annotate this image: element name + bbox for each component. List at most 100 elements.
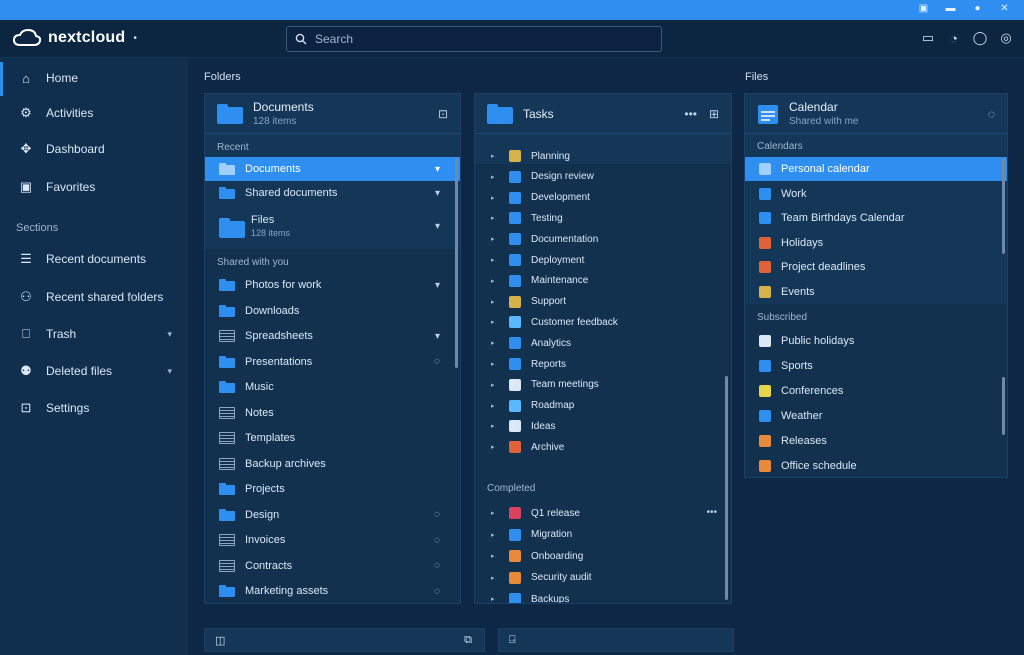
chevron-down-icon[interactable]: ▾ (435, 188, 440, 199)
chevron-right-icon[interactable]: ▸ (491, 277, 499, 285)
filter-icon[interactable]: ⍈ (509, 634, 516, 647)
sidebar-item-activities[interactable]: ⚙ Activities (0, 98, 188, 128)
chevron-right-icon[interactable]: ▸ (491, 595, 499, 603)
chevron-down-icon[interactable]: ▾ (167, 329, 172, 340)
tree-item[interactable]: ▸ Deployment (475, 250, 731, 270)
tree-item[interactable]: ▸ Q1 release (475, 503, 731, 523)
calendar-item[interactable]: Work (745, 182, 1007, 206)
row-action-icon[interactable]: ▾ (435, 331, 440, 342)
list-item[interactable]: Presentations ◌ (205, 350, 460, 374)
chevron-right-icon[interactable]: ▸ (491, 574, 499, 582)
scrollbar[interactable] (1002, 158, 1005, 254)
chevron-right-icon[interactable]: ▸ (491, 194, 499, 202)
tree-item[interactable]: ▸ Maintenance (475, 271, 731, 291)
list-item[interactable]: Templates (205, 426, 460, 450)
tree-item[interactable]: ▸ Development (475, 188, 731, 208)
list-item[interactable]: Marketing assets ◌ (205, 579, 460, 603)
tree-item[interactable]: ▸ Migration (475, 525, 731, 545)
list-item[interactable]: Documents ▾ (205, 157, 460, 181)
scrollbar[interactable] (725, 376, 728, 600)
more-icon[interactable]: ••• (706, 507, 717, 518)
sidebar-item-home[interactable]: ⌂ Home (0, 63, 188, 93)
list-item[interactable]: Music (205, 375, 460, 399)
search-input[interactable] (315, 32, 615, 46)
calendar-item[interactable]: Sports (745, 354, 1007, 378)
row-action-icon[interactable]: ◌ (434, 560, 440, 571)
new-window-icon[interactable]: ⧉ (464, 634, 472, 647)
list-item[interactable]: Spreadsheets ▾ (205, 324, 460, 348)
list-item[interactable]: Contracts ◌ (205, 554, 460, 578)
tree-item[interactable]: ▸ Team meetings (475, 375, 731, 395)
row-action-icon[interactable]: ◌ (434, 509, 440, 520)
list-item[interactable]: Invoices ◌ (205, 528, 460, 552)
sidebar-item-deleted[interactable]: ⚉ Deleted files ▾ (0, 356, 188, 386)
contacts-icon[interactable]: ◯ (972, 30, 988, 46)
chevron-right-icon[interactable]: ▸ (491, 531, 499, 539)
chevron-right-icon[interactable]: ▸ (491, 422, 499, 430)
chevron-right-icon[interactable]: ▸ (491, 256, 499, 264)
calendar-item[interactable]: Releases (745, 429, 1007, 453)
chevron-right-icon[interactable]: ▸ (491, 443, 499, 451)
chevron-right-icon[interactable]: ▸ (491, 152, 499, 160)
sidebar-item-recent-shared[interactable]: ⚇ Recent shared folders (0, 282, 188, 312)
chat-icon[interactable]: ▭ (920, 30, 936, 46)
tree-item[interactable]: ▸ Planning (475, 146, 731, 166)
list-item[interactable]: Backup archives (205, 452, 460, 476)
minimize-icon[interactable]: ▬ (945, 3, 956, 14)
notifications-icon[interactable]: ◔ (946, 30, 962, 46)
breadcrumb-right[interactable]: Files (745, 71, 768, 83)
list-item[interactable]: Shared documents ▾ (205, 181, 460, 205)
add-icon[interactable]: ⊞ (709, 107, 719, 121)
chevron-right-icon[interactable]: ▸ (491, 552, 499, 560)
window-icon[interactable]: ▣ (918, 3, 929, 14)
sidebar-item-recent-documents[interactable]: ☰ Recent documents (0, 244, 188, 274)
chevron-right-icon[interactable]: ▸ (491, 509, 499, 517)
chevron-right-icon[interactable]: ▸ (491, 318, 499, 326)
breadcrumb[interactable]: Folders (204, 71, 241, 83)
tree-item[interactable]: ▸ Roadmap (475, 396, 731, 416)
tree-item[interactable]: ▸ Onboarding (475, 546, 731, 566)
tree-item[interactable]: ▸ Backups (475, 589, 731, 603)
tree-item[interactable]: ▸ Design review (475, 167, 731, 187)
list-item[interactable]: Downloads (205, 299, 460, 323)
more-icon[interactable]: ••• (684, 107, 697, 121)
list-item[interactable]: Projects (205, 477, 460, 501)
calendar-item[interactable]: Public holidays (745, 329, 1007, 353)
list-item[interactable]: Photos for work ▾ (205, 273, 460, 297)
tree-item[interactable]: ▸ Analytics (475, 333, 731, 353)
chevron-right-icon[interactable]: ▸ (491, 339, 499, 347)
tree-item[interactable]: ▸ Reports (475, 354, 731, 374)
row-action-icon[interactable]: ◌ (434, 535, 440, 546)
app-menu-caret-icon[interactable]: • (133, 33, 137, 44)
chevron-right-icon[interactable]: ▸ (491, 298, 499, 306)
list-item[interactable]: Files 128 items ▾ (205, 210, 460, 242)
settings-icon[interactable]: ◌ (988, 107, 995, 121)
calendar-item[interactable]: Holidays (745, 231, 1007, 255)
chevron-right-icon[interactable]: ▸ (491, 173, 499, 181)
tree-item[interactable]: ▸ Customer feedback (475, 312, 731, 332)
chevron-right-icon[interactable]: ▸ (491, 360, 499, 368)
calendar-item[interactable]: Team Birthdays Calendar (745, 206, 1007, 230)
calendar-item[interactable]: Conferences (745, 379, 1007, 403)
close-icon[interactable]: ✕ (999, 3, 1010, 14)
chevron-down-icon[interactable]: ▾ (167, 366, 172, 377)
calendar-item[interactable]: Events (745, 280, 1007, 304)
chevron-down-icon[interactable]: ▾ (435, 164, 440, 175)
tree-item[interactable]: ▸ Ideas (475, 416, 731, 436)
calendar-item[interactable]: Project deadlines (745, 255, 1007, 279)
sidebar-item-trash[interactable]: ⎕ Trash ▾ (0, 319, 188, 349)
list-item[interactable]: Notes (205, 401, 460, 425)
chevron-right-icon[interactable]: ▸ (491, 402, 499, 410)
chevron-down-icon[interactable]: ▾ (435, 221, 440, 232)
calendar-item[interactable]: Weather (745, 404, 1007, 428)
calendar-item[interactable]: Office schedule (745, 454, 1007, 477)
tree-item[interactable]: ▸ Testing (475, 208, 731, 228)
sidebar-item-settings[interactable]: ⊡ Settings (0, 393, 188, 423)
scrollbar[interactable] (1002, 377, 1005, 435)
tree-item[interactable]: ▸ Security audit (475, 568, 731, 588)
sidebar-item-favorites[interactable]: ▣ Favorites (0, 172, 188, 202)
calendar-item[interactable]: Personal calendar (745, 157, 1007, 181)
list-item[interactable]: Design ◌ (205, 503, 460, 527)
tree-item[interactable]: ▸ Documentation (475, 229, 731, 249)
row-action-icon[interactable]: ◌ (434, 356, 440, 367)
